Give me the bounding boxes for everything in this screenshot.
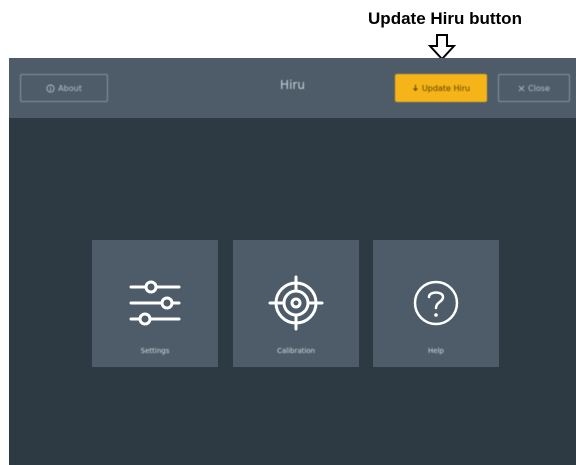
down-arrow-icon (428, 34, 456, 61)
top-bar: About Hiru Update Hiru Close (9, 58, 576, 118)
question-icon (413, 280, 459, 326)
target-icon (268, 275, 324, 331)
app-title: Hiru (280, 78, 305, 92)
sliders-icon (129, 280, 181, 326)
update-hiru-button[interactable]: Update Hiru (395, 74, 487, 102)
annotation-label: Update Hiru button (368, 9, 522, 28)
update-label: Update Hiru (421, 83, 471, 93)
help-label: Help (428, 347, 444, 355)
app-window: About Hiru Update Hiru Close Settings Ca… (9, 58, 576, 465)
annotation-callout: Update Hiru button (320, 8, 570, 30)
calibration-tile[interactable]: Calibration (233, 240, 359, 367)
settings-tile[interactable]: Settings (92, 240, 218, 367)
close-button[interactable]: Close (498, 74, 570, 102)
settings-label: Settings (140, 347, 170, 355)
download-icon (413, 84, 418, 92)
close-label: Close (528, 83, 550, 93)
close-icon (518, 85, 525, 91)
calibration-label: Calibration (276, 347, 316, 355)
help-tile[interactable]: Help (373, 240, 499, 367)
